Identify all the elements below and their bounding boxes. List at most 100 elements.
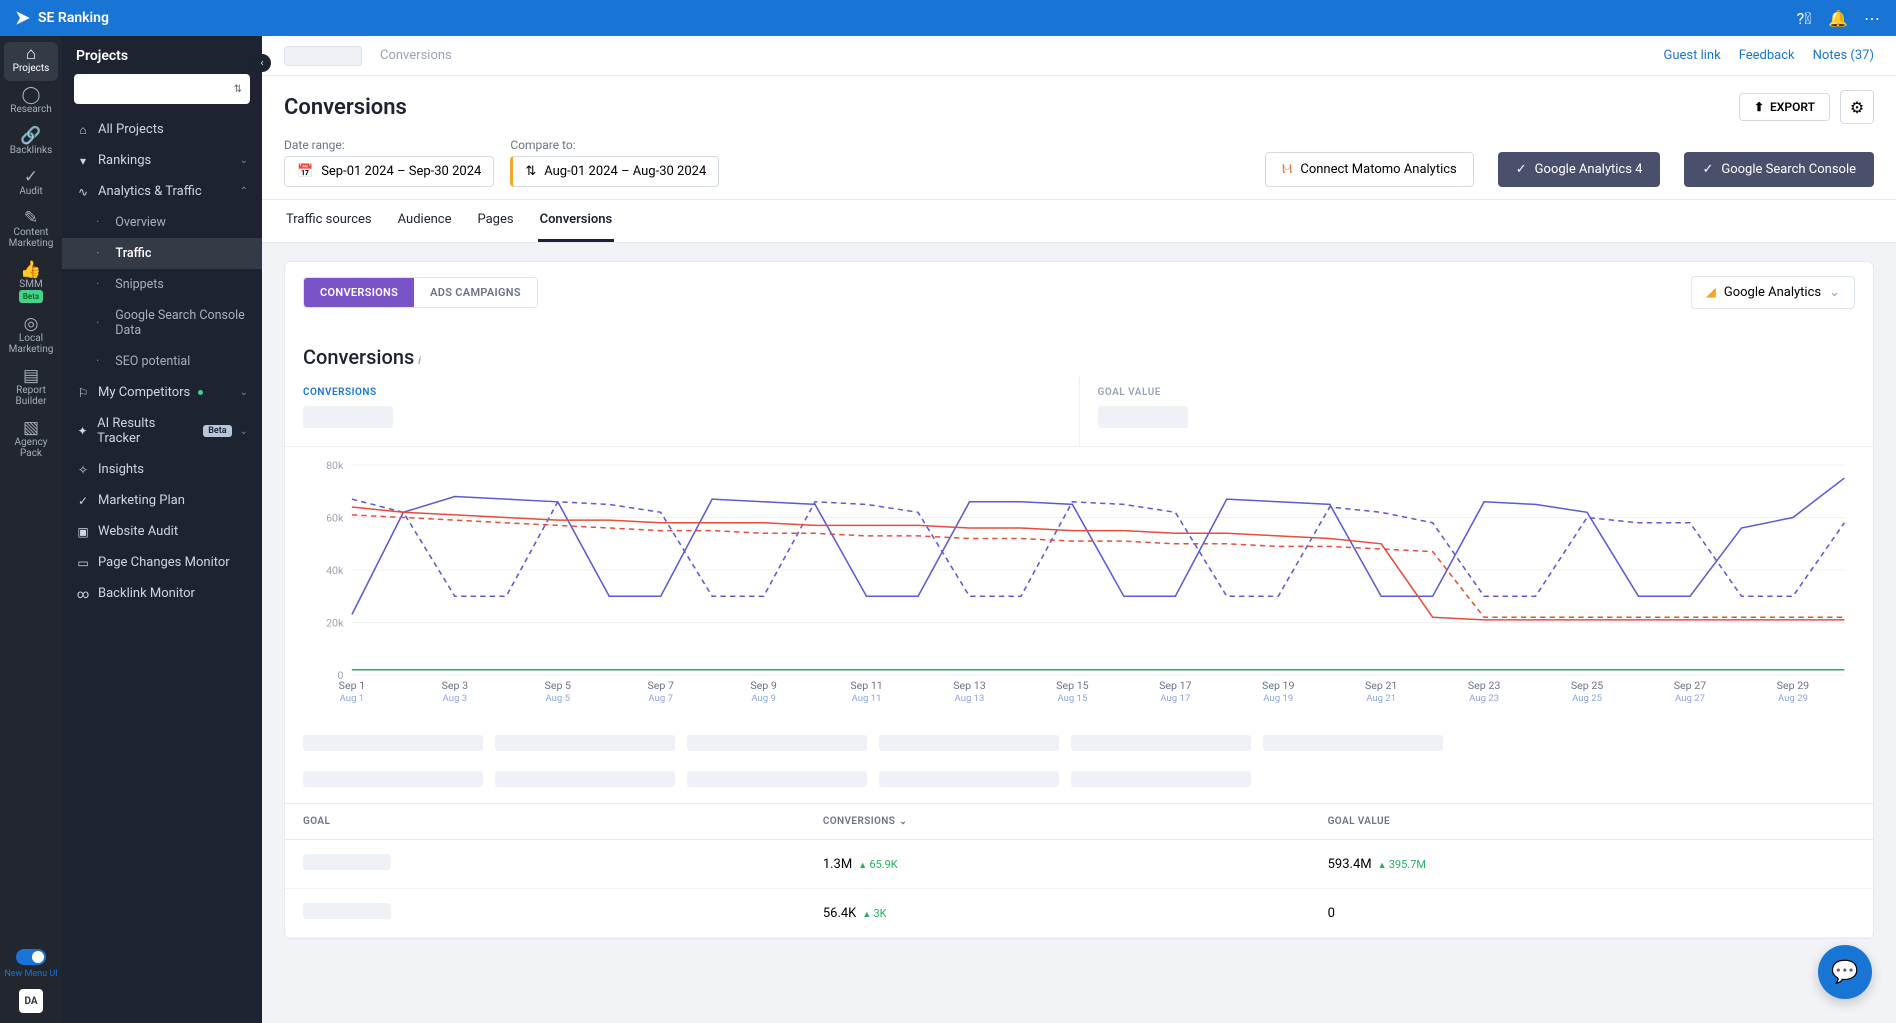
- rail-icon: ◎: [4, 319, 58, 330]
- rail-icon: ⌂: [4, 49, 58, 60]
- sidebar-subitem-seo-potential[interactable]: SEO potential: [62, 346, 262, 377]
- chevron-icon: ⌄: [240, 155, 248, 166]
- matomo-icon: Ⲙ: [1282, 162, 1293, 177]
- guest-link[interactable]: Guest link: [1664, 48, 1721, 63]
- sidebar-subitem-overview[interactable]: Overview: [62, 207, 262, 238]
- sidebar-item-backlink-monitor[interactable]: ∞Backlink Monitor: [62, 578, 262, 609]
- beta-badge: Beta: [203, 425, 231, 437]
- connect-matomo-button[interactable]: ⲘConnect Matomo Analytics: [1265, 152, 1474, 187]
- sidebar-collapse-button[interactable]: ‹: [253, 54, 271, 72]
- rail-icon: 🔗: [4, 131, 58, 142]
- export-button[interactable]: ⬆EXPORT: [1739, 93, 1830, 121]
- rail-item-local-marketing[interactable]: ◎Local Marketing: [4, 312, 58, 362]
- table-row[interactable]: 56.4K3K0: [285, 889, 1873, 938]
- nav-icon: ⚐: [76, 386, 90, 400]
- rail-item-research[interactable]: ◯Research: [4, 83, 58, 122]
- date-range-label: Date range:: [284, 138, 494, 152]
- gear-icon: ⚙: [1850, 98, 1864, 117]
- ga4-button[interactable]: ✓Google Analytics 4: [1498, 152, 1661, 187]
- sidebar-item-rankings[interactable]: ▾Rankings⌄: [62, 145, 262, 176]
- kpi-goal-value[interactable]: GOAL VALUE: [1080, 377, 1874, 446]
- segment-conversions[interactable]: CONVERSIONS: [304, 278, 414, 307]
- chevron-updown-icon: ⇅: [234, 84, 242, 95]
- svg-text:Aug 17: Aug 17: [1160, 693, 1190, 704]
- kpi-value: [303, 406, 393, 428]
- bell-icon[interactable]: 🔔: [1828, 8, 1848, 28]
- svg-text:Aug 27: Aug 27: [1675, 693, 1705, 704]
- chart-legend-row2: [285, 761, 1873, 797]
- breadcrumb: Conversions Guest link Feedback Notes (3…: [262, 36, 1896, 76]
- rail-item-agency-pack[interactable]: ▧Agency Pack: [4, 416, 58, 466]
- gsc-button[interactable]: ✓Google Search Console: [1684, 152, 1874, 187]
- tab-traffic-sources[interactable]: Traffic sources: [284, 200, 374, 242]
- col-goal-value[interactable]: GOAL VALUE: [1310, 804, 1873, 840]
- rail-item-report-builder[interactable]: ▤Report Builder: [4, 364, 58, 414]
- date-range-picker[interactable]: 📅Sep-01 2024 – Sep-30 2024: [284, 156, 494, 187]
- col-conversions[interactable]: CONVERSIONS⌄: [805, 804, 1310, 840]
- sidebar-subitem-traffic[interactable]: Traffic: [62, 238, 262, 269]
- project-selector[interactable]: ⇅: [74, 74, 250, 104]
- report-tabs: Traffic sources Audience Pages Conversions: [262, 200, 1896, 243]
- svg-text:60k: 60k: [326, 512, 344, 525]
- rail-item-audit[interactable]: ✓Audit: [4, 165, 58, 204]
- sidebar-item-website-audit[interactable]: ▣Website Audit: [62, 516, 262, 547]
- sidebar-subitem-snippets[interactable]: Snippets: [62, 269, 262, 300]
- col-goal[interactable]: GOAL: [285, 804, 805, 840]
- tab-pages[interactable]: Pages: [475, 200, 515, 242]
- svg-text:Sep 3: Sep 3: [442, 679, 469, 692]
- table-row[interactable]: 1.3M65.9K593.4M395.7M: [285, 840, 1873, 889]
- svg-text:Aug 13: Aug 13: [955, 693, 985, 704]
- conversions-chart: 020k40k60k80kSep 1Aug 1Sep 3Aug 3Sep 5Au…: [285, 447, 1873, 725]
- new-menu-toggle[interactable]: [16, 949, 46, 965]
- section-title: Conversionsi: [285, 323, 1873, 377]
- chevron-icon: ⌃: [240, 186, 248, 197]
- sidebar-item-all-projects[interactable]: ⌂All Projects: [62, 114, 262, 145]
- nav-icon: ∞: [76, 587, 90, 601]
- more-icon[interactable]: ⋯: [1862, 8, 1882, 28]
- rail-item-smm[interactable]: 👍SMMBeta: [4, 258, 58, 310]
- help-icon[interactable]: ?⃝: [1794, 8, 1814, 28]
- info-icon[interactable]: i: [418, 354, 421, 367]
- check-icon: ✓: [1702, 162, 1713, 177]
- svg-text:Aug 25: Aug 25: [1572, 693, 1602, 704]
- da-badge[interactable]: DA: [19, 989, 43, 1013]
- nav-icon: ▭: [76, 556, 90, 570]
- svg-text:Sep 1: Sep 1: [339, 679, 365, 692]
- svg-text:Aug 7: Aug 7: [648, 693, 673, 704]
- nav-icon: ✧: [76, 463, 90, 477]
- chat-icon: 💬: [1831, 960, 1858, 985]
- compare-range-picker[interactable]: ⇅Aug-01 2024 – Aug-30 2024: [510, 156, 719, 187]
- kpi-row: CONVERSIONS GOAL VALUE: [285, 377, 1873, 447]
- notes-link[interactable]: Notes (37): [1813, 48, 1874, 63]
- rail-item-backlinks[interactable]: 🔗Backlinks: [4, 124, 58, 163]
- feedback-link[interactable]: Feedback: [1739, 48, 1795, 63]
- segment-ads-campaigns[interactable]: ADS CAMPAIGNS: [414, 278, 537, 307]
- breadcrumb-project[interactable]: [284, 46, 362, 66]
- sidebar-item-ai-results-tracker[interactable]: ✦AI Results TrackerBeta⌄: [62, 408, 262, 454]
- upload-icon: ⬆: [1754, 100, 1764, 114]
- rail-item-projects[interactable]: ⌂Projects: [4, 42, 58, 81]
- sidebar-item-marketing-plan[interactable]: ✓Marketing Plan: [62, 485, 262, 516]
- sidebar-title: Projects: [62, 36, 262, 74]
- sidebar-subitem-google-search-console-data[interactable]: Google Search Console Data: [62, 300, 262, 346]
- breadcrumb-current: Conversions: [380, 48, 452, 63]
- kpi-conversions[interactable]: CONVERSIONS: [285, 377, 1080, 446]
- sidebar-item-my-competitors[interactable]: ⚐My Competitors⌄: [62, 377, 262, 408]
- analytics-source-dropdown[interactable]: ◢Google Analytics⌄: [1691, 276, 1855, 309]
- rail-item-content-marketing[interactable]: ✎Content Marketing: [4, 206, 58, 256]
- tab-conversions[interactable]: Conversions: [538, 200, 615, 242]
- svg-text:Sep 27: Sep 27: [1674, 679, 1707, 692]
- nav-rail: ⌂Projects◯Research🔗Backlinks✓Audit✎Conte…: [0, 36, 62, 1023]
- compare-label: Compare to:: [510, 138, 719, 152]
- sidebar-item-analytics-traffic[interactable]: ∿Analytics & Traffic⌃: [62, 176, 262, 207]
- chat-bubble[interactable]: 💬: [1818, 945, 1872, 999]
- conv-cell: 56.4K3K: [805, 889, 1310, 938]
- settings-button[interactable]: ⚙: [1840, 90, 1874, 124]
- check-icon: ✓: [1516, 162, 1527, 177]
- sidebar-item-insights[interactable]: ✧Insights: [62, 454, 262, 485]
- gv-cell: 0: [1310, 889, 1873, 938]
- sidebar-item-page-changes-monitor[interactable]: ▭Page Changes Monitor: [62, 547, 262, 578]
- kpi-label: GOAL VALUE: [1098, 387, 1856, 398]
- tab-audience[interactable]: Audience: [396, 200, 454, 242]
- gv-cell: 593.4M395.7M: [1310, 840, 1873, 889]
